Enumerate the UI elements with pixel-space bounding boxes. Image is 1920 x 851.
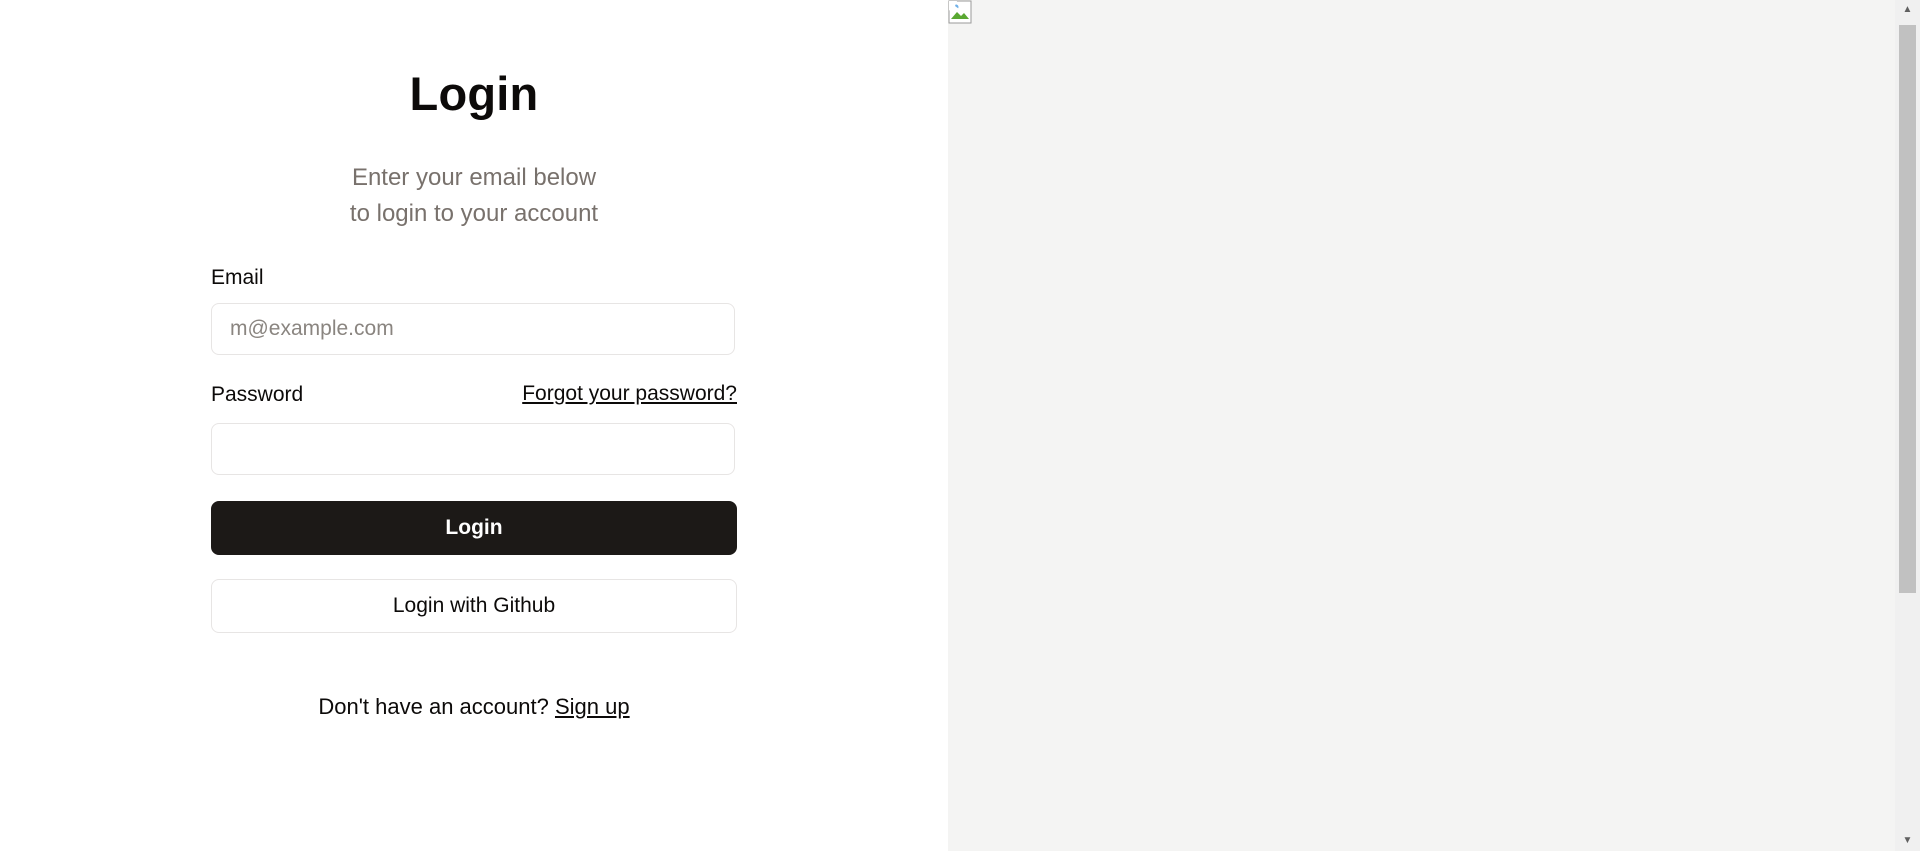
- scroll-down-arrow-icon[interactable]: ▼: [1895, 831, 1920, 851]
- login-button[interactable]: Login: [211, 501, 737, 555]
- email-field[interactable]: [211, 303, 735, 355]
- subtitle-line-1: Enter your email below: [351, 164, 597, 191]
- password-field[interactable]: [211, 423, 735, 475]
- login-with-github-button[interactable]: Login with Github: [211, 579, 737, 633]
- signup-link[interactable]: Sign up: [555, 694, 630, 719]
- password-label: Password: [211, 383, 304, 406]
- login-page: Login Enter your email below to login to…: [0, 0, 1920, 851]
- page-title: Login: [409, 67, 539, 120]
- email-label: Email: [211, 266, 264, 289]
- scrollbar-thumb[interactable]: [1899, 25, 1916, 593]
- broken-image-icon: [948, 0, 972, 24]
- signup-row: Don't have an account? Sign up: [211, 694, 737, 720]
- page-subtitle: Enter your email below to login to your …: [211, 160, 737, 232]
- side-image-panel: [948, 0, 1895, 851]
- subtitle-line-2: to login to your account: [349, 200, 599, 227]
- signup-prompt: Don't have an account?: [318, 694, 549, 719]
- login-panel: Login Enter your email below to login to…: [0, 0, 948, 851]
- vertical-scrollbar[interactable]: ▲ ▼: [1895, 0, 1920, 851]
- forgot-password-link[interactable]: Forgot your password?: [522, 382, 737, 406]
- scroll-up-arrow-icon[interactable]: ▲: [1895, 0, 1920, 20]
